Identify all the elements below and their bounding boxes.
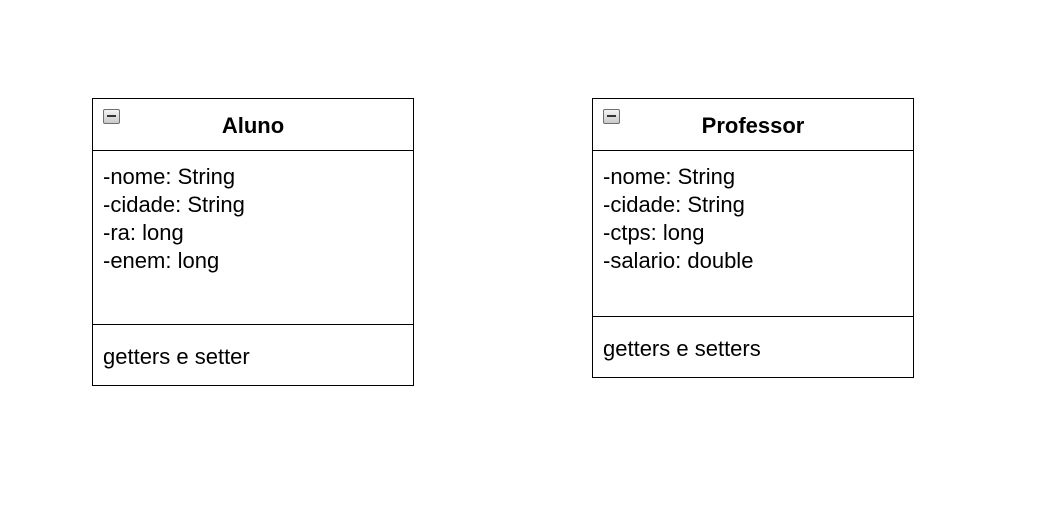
attribute-item: -nome: String bbox=[603, 164, 736, 189]
attribute-item: -ctps: long bbox=[603, 220, 705, 245]
attribute-item: -ra: long bbox=[103, 220, 184, 245]
attribute-item: -enem: long bbox=[103, 248, 220, 273]
methods-compartment: getters e setters bbox=[593, 317, 913, 363]
method-item: getters e setter bbox=[103, 344, 250, 369]
class-title: Aluno bbox=[221, 113, 285, 138]
class-box-aluno[interactable]: Aluno -nome: String -cidade: String -ra:… bbox=[92, 98, 414, 386]
class-header: Aluno bbox=[93, 99, 413, 151]
methods-compartment: getters e setter bbox=[93, 325, 413, 371]
class-box-professor[interactable]: Professor -nome: String -cidade: String … bbox=[592, 98, 914, 378]
method-item: getters e setters bbox=[603, 336, 761, 361]
class-header: Professor bbox=[593, 99, 913, 151]
attributes-compartment: -nome: String -cidade: String -ra: long … bbox=[93, 151, 413, 325]
attribute-item: -cidade: String bbox=[603, 192, 745, 217]
class-title: Professor bbox=[701, 113, 805, 138]
attribute-item: -cidade: String bbox=[103, 192, 245, 217]
attribute-item: -nome: String bbox=[103, 164, 236, 189]
attribute-item: -salario: double bbox=[603, 248, 754, 273]
attributes-compartment: -nome: String -cidade: String -ctps: lon… bbox=[593, 151, 913, 317]
